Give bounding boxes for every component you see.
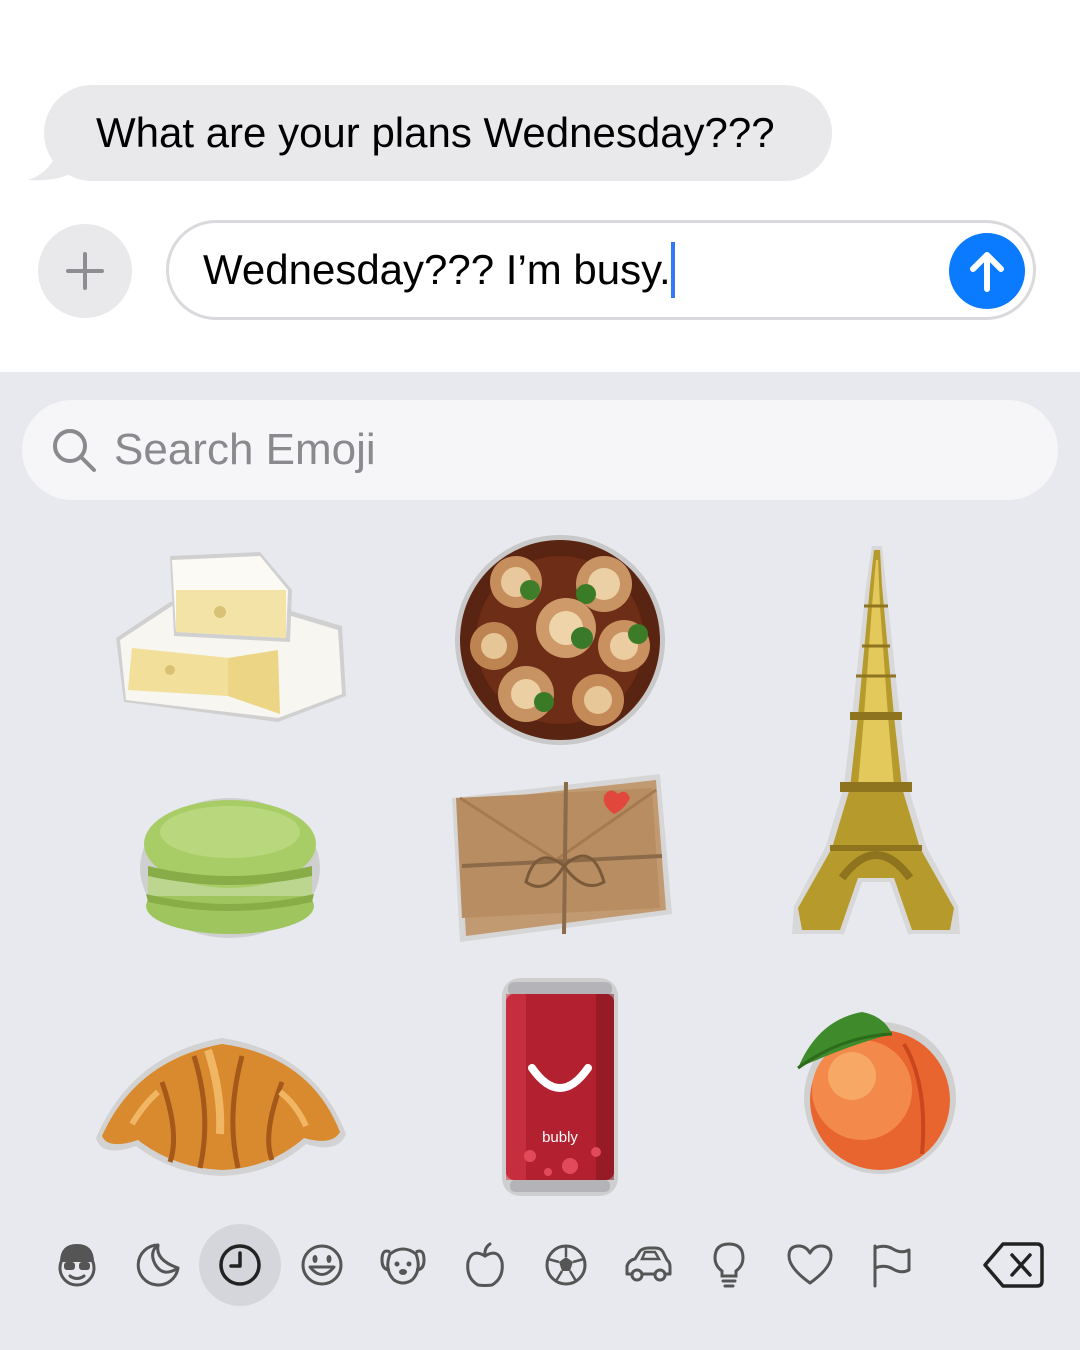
conversation-area: What are your plans Wednesday??? Wednesd…: [0, 0, 1080, 372]
tab-animals[interactable]: [362, 1224, 444, 1306]
messages-screen: What are your plans Wednesday??? Wednesd…: [0, 0, 1080, 1350]
tab-objects[interactable]: [688, 1224, 770, 1306]
brie-cheese-sticker[interactable]: [110, 550, 350, 728]
heart-icon: [787, 1244, 833, 1285]
animal-icon: [380, 1247, 426, 1285]
text-caret: [670, 241, 675, 298]
search-icon: [53, 429, 96, 472]
tab-travel[interactable]: [607, 1224, 689, 1306]
tab-smileys[interactable]: [281, 1224, 363, 1306]
escargot-sticker[interactable]: [454, 534, 666, 746]
received-message-text: What are your plans Wednesday???: [44, 85, 832, 181]
message-input[interactable]: Wednesday??? I’m busy.: [166, 220, 1036, 320]
compose-bar: Wednesday??? I’m busy.: [38, 220, 1038, 320]
stickers-icon: [136, 1243, 180, 1287]
kraft-envelopes-sticker[interactable]: [446, 774, 674, 944]
message-input-text: Wednesday??? I’m busy.: [203, 246, 671, 293]
emoji-search-field[interactable]: Search Emoji: [22, 400, 1058, 500]
peach-sticker[interactable]: [792, 1004, 964, 1174]
croissant-sticker[interactable]: [92, 1034, 348, 1178]
arrow-up-icon: [970, 252, 1004, 292]
car-icon: [625, 1246, 672, 1282]
tab-flags[interactable]: [851, 1224, 933, 1306]
tab-stickers[interactable]: [117, 1224, 199, 1306]
plus-button[interactable]: [38, 224, 132, 318]
green-macaron-sticker[interactable]: [138, 796, 322, 938]
delete-button[interactable]: [972, 1224, 1056, 1306]
delete-icon: [983, 1242, 1044, 1288]
plus-icon: [66, 252, 104, 290]
tab-recent[interactable]: [199, 1224, 281, 1306]
emoji-category-bar: [0, 1224, 1080, 1314]
search-placeholder: Search Emoji: [114, 425, 376, 474]
send-button[interactable]: [949, 233, 1025, 309]
tab-food[interactable]: [444, 1224, 526, 1306]
lightbulb-icon: [713, 1242, 745, 1288]
received-bubble[interactable]: What are your plans Wednesday???: [28, 85, 832, 181]
tab-symbols[interactable]: [769, 1224, 851, 1306]
smiley-icon: [301, 1244, 343, 1286]
memoji-icon: [58, 1244, 96, 1287]
bubly-can-label: bubly: [542, 1129, 578, 1146]
bubly-can-sticker[interactable]: bubly: [500, 976, 620, 1198]
tab-activity[interactable]: [525, 1224, 607, 1306]
soccer-ball-icon: [545, 1244, 587, 1286]
food-apple-icon: [466, 1242, 504, 1287]
recent-clock-icon: [219, 1244, 261, 1286]
tab-memoji[interactable]: [36, 1224, 118, 1306]
emoji-keyboard: Search Emoji bubly: [0, 372, 1080, 1350]
eiffel-tower-sticker[interactable]: [790, 546, 962, 938]
flag-icon: [873, 1244, 911, 1288]
